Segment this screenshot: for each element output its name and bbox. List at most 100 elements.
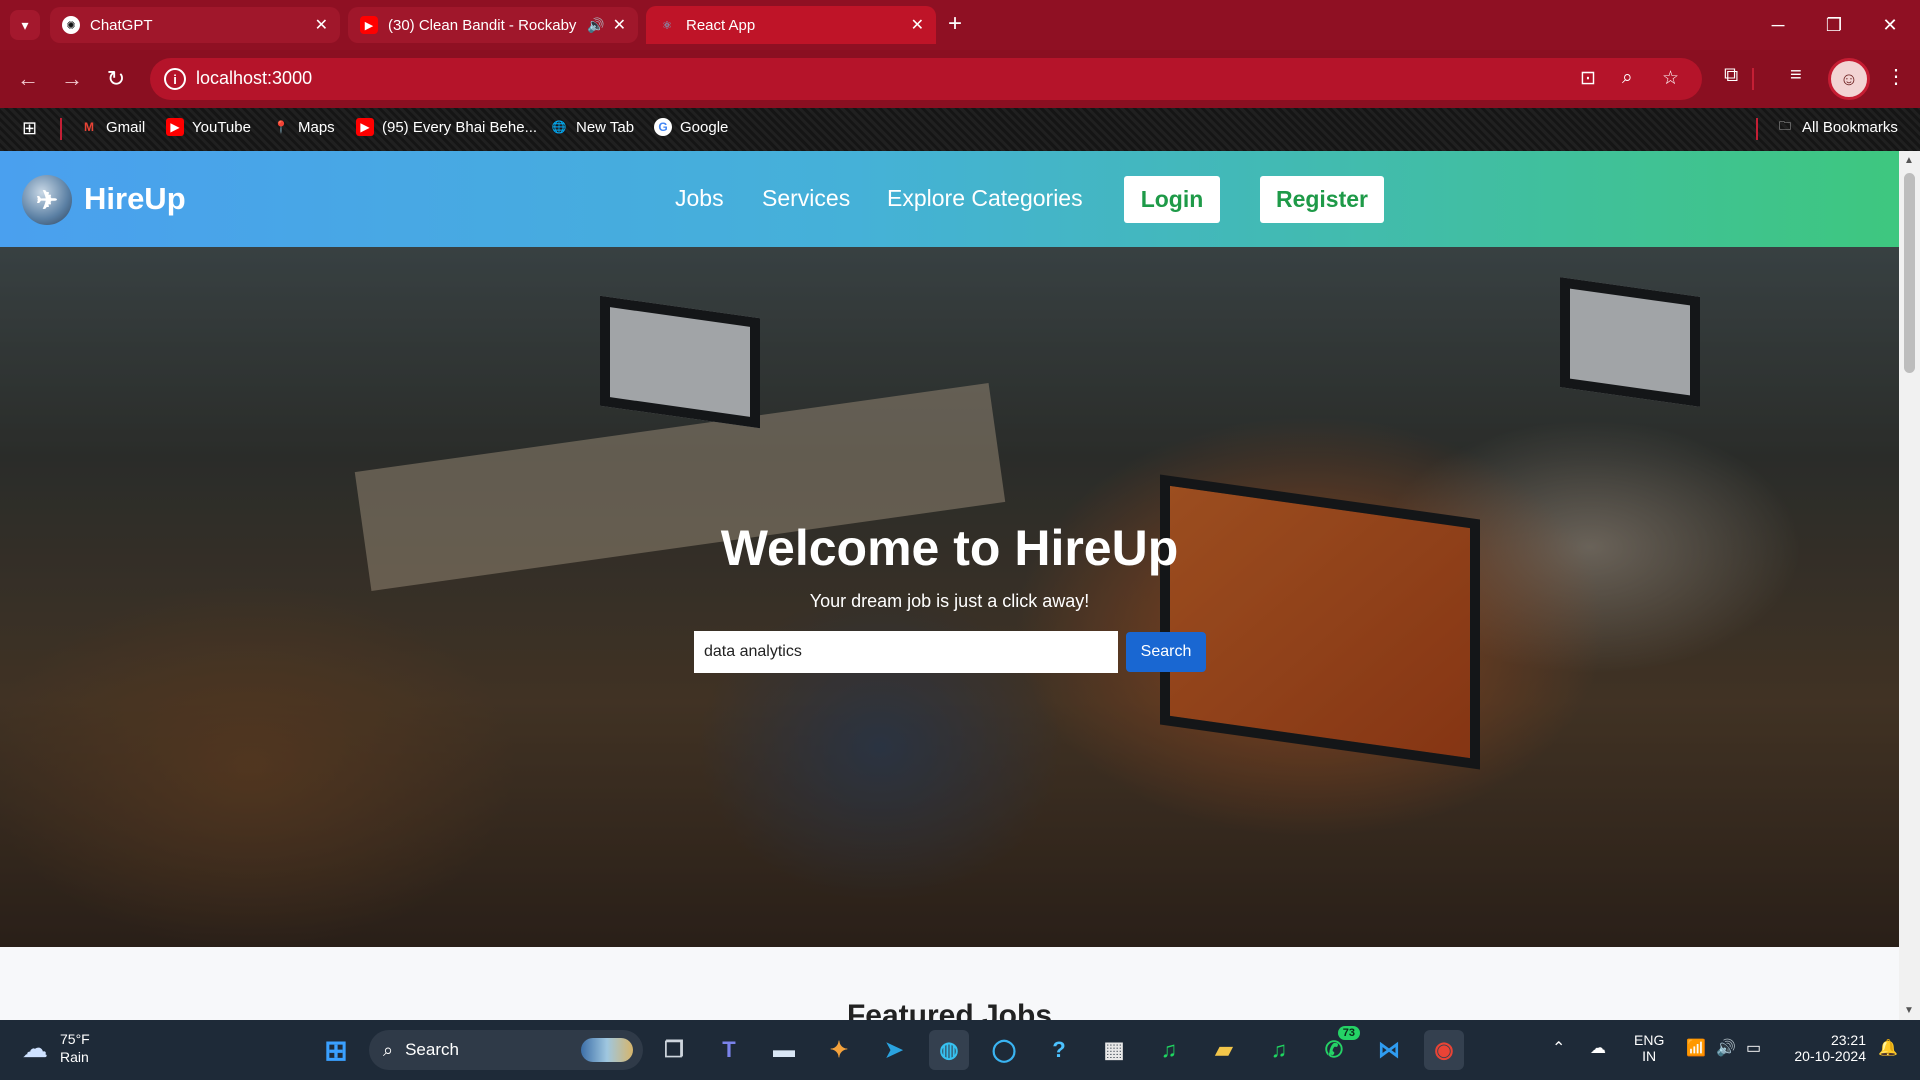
- microsoft-store-icon[interactable]: ▦: [1094, 1030, 1134, 1070]
- reload-button[interactable]: ↻: [100, 63, 132, 95]
- back-button[interactable]: ←: [12, 63, 44, 95]
- extensions-icon[interactable]: ⧉: [1724, 64, 1738, 87]
- file-window-icon[interactable]: ▬: [764, 1030, 804, 1070]
- tab-search-button[interactable]: ▾: [10, 10, 40, 40]
- edge-icon[interactable]: ◍: [929, 1030, 969, 1070]
- tab-chatgpt[interactable]: ✺ ChatGPT ✕: [50, 7, 340, 43]
- login-button[interactable]: Login: [1124, 176, 1220, 223]
- job-search-input[interactable]: [694, 631, 1118, 673]
- clock-time: 23:21: [1830, 1032, 1866, 1048]
- search-highlight-image: [581, 1038, 633, 1062]
- bookmark-google[interactable]: G Google: [654, 118, 728, 136]
- window-close-button[interactable]: ✕: [1862, 0, 1918, 50]
- close-icon[interactable]: ✕: [613, 15, 626, 35]
- scroll-down-icon[interactable]: ▼: [1904, 1005, 1914, 1016]
- chatgpt-icon: ✺: [62, 16, 80, 34]
- youtube-icon: ▶: [360, 16, 378, 34]
- help-icon[interactable]: ?: [1039, 1030, 1079, 1070]
- bookmark-youtube[interactable]: ▶ YouTube: [166, 118, 251, 136]
- hero-title: Welcome to HireUp: [720, 520, 1179, 576]
- nav-services[interactable]: Services: [762, 185, 850, 212]
- arrow-right-icon: →: [61, 66, 83, 91]
- tab-react-app[interactable]: ⚛ React App ✕: [646, 6, 936, 44]
- search-button[interactable]: Search: [1126, 632, 1206, 672]
- page-viewport: ✈ HireUp Jobs Services Explore Categorie…: [0, 151, 1920, 1020]
- bookmarks-divider: [60, 118, 62, 140]
- scrollbar-thumb[interactable]: [1904, 173, 1915, 373]
- all-bookmarks[interactable]: 🗀 All Bookmarks: [1776, 118, 1898, 136]
- chrome-icon[interactable]: ◉: [1424, 1030, 1464, 1070]
- telegram-icon[interactable]: ➤: [874, 1030, 914, 1070]
- hero-subtitle: Your dream job is just a click away!: [809, 591, 1090, 611]
- cortana-icon[interactable]: ◯: [984, 1030, 1024, 1070]
- windows-start-icon[interactable]: ⊞: [316, 1030, 356, 1070]
- forward-button[interactable]: →: [56, 63, 88, 95]
- bookmark-label: Google: [680, 118, 729, 136]
- profile-avatar[interactable]: ☺: [1828, 58, 1870, 100]
- language-indicator[interactable]: ENG IN: [1634, 1032, 1664, 1064]
- minimize-button[interactable]: ─: [1750, 0, 1806, 50]
- featured-jobs-heading: Featured Jobs: [846, 999, 1053, 1020]
- restore-button[interactable]: ❐: [1806, 0, 1862, 50]
- vscode-icon[interactable]: ⋈: [1369, 1030, 1409, 1070]
- region-code: IN: [1642, 1048, 1657, 1064]
- bookmark-star-icon[interactable]: ☆: [1662, 67, 1679, 90]
- folder-icon: 🗀: [1778, 118, 1791, 133]
- tab-youtube[interactable]: ▶ (30) Clean Bandit - Rockaby 🔊 ✕: [348, 7, 638, 43]
- bookmark-label: Maps: [298, 118, 335, 136]
- chevron-up-icon[interactable]: ⌃: [1552, 1038, 1565, 1058]
- taskbar-search[interactable]: ⌕ Search: [369, 1030, 643, 1070]
- spotify-icon[interactable]: ♫: [1259, 1030, 1299, 1070]
- bookmark-maps[interactable]: 📍 Maps: [272, 118, 335, 136]
- close-icon[interactable]: ✕: [911, 15, 924, 35]
- reload-icon: ↻: [106, 66, 126, 91]
- bookmark-youtube-video[interactable]: ▶ (95) Every Bhai Behe...: [356, 118, 537, 136]
- clock[interactable]: 23:21 20-10-2024: [1786, 1032, 1866, 1064]
- youtube-icon: ▶: [166, 118, 184, 136]
- wifi-icon[interactable]: 📶: [1686, 1038, 1706, 1058]
- volume-icon[interactable]: 🔊: [1716, 1038, 1736, 1058]
- bookmark-new-tab[interactable]: 🌐 New Tab: [550, 118, 635, 136]
- whatsapp-icon[interactable]: ✆ 73: [1314, 1026, 1360, 1070]
- avatar-icon: ☺: [1839, 68, 1859, 89]
- windows-taskbar: ☁ 75°F Rain ⊞ ⌕ Search ❐ T ▬ ✦ ➤ ◍ ◯ ? ▦…: [0, 1020, 1920, 1080]
- speaker-icon[interactable]: 🔊: [587, 17, 604, 34]
- teams-icon[interactable]: T: [709, 1030, 749, 1070]
- new-tab-button[interactable]: +: [948, 12, 962, 36]
- install-app-icon[interactable]: ⊡: [1580, 67, 1596, 90]
- scroll-up-icon[interactable]: ▲: [1904, 155, 1914, 166]
- copilot-icon[interactable]: ✦: [819, 1030, 859, 1070]
- language-code: ENG: [1634, 1032, 1665, 1048]
- taskbar-search-label: Search: [405, 1040, 459, 1059]
- spotify-icon[interactable]: ♫: [1149, 1030, 1189, 1070]
- file-explorer-icon[interactable]: ▰: [1204, 1030, 1244, 1070]
- site-info-icon[interactable]: i: [164, 68, 186, 90]
- media-control-icon[interactable]: ≡: [1790, 64, 1802, 87]
- battery-icon[interactable]: ▭: [1746, 1038, 1761, 1058]
- nav-jobs[interactable]: Jobs: [675, 185, 724, 212]
- menu-kebab-icon[interactable]: ⋮: [1886, 64, 1906, 89]
- weather-widget[interactable]: ☁ 75°F Rain: [22, 1030, 90, 1066]
- address-bar[interactable]: i localhost:3000 ⊡ ⌕ ☆: [150, 58, 1702, 100]
- register-button[interactable]: Register: [1260, 176, 1384, 223]
- chevron-down-icon: ▾: [21, 16, 29, 33]
- youtube-icon: ▶: [356, 118, 374, 136]
- notification-bell-icon[interactable]: 🔔: [1878, 1038, 1898, 1058]
- apps-grid-icon[interactable]: ⊞: [22, 118, 37, 139]
- close-icon[interactable]: ✕: [315, 15, 328, 35]
- tab-title: React App: [686, 16, 756, 34]
- onedrive-off-icon[interactable]: ☁: [1590, 1038, 1606, 1058]
- page-scrollbar[interactable]: ▲ ▼: [1899, 151, 1920, 1020]
- hireup-logo-icon[interactable]: ✈: [22, 175, 72, 225]
- arrow-left-icon: ←: [17, 66, 39, 91]
- bookmarks-bar: ⊞ M Gmail ▶ YouTube 📍 Maps ▶ (95) Every …: [0, 108, 1920, 151]
- zoom-icon[interactable]: ⌕: [1622, 67, 1633, 89]
- weather-condition: Rain: [60, 1049, 89, 1065]
- url-text[interactable]: localhost:3000: [196, 68, 312, 89]
- brand-name[interactable]: HireUp: [84, 181, 186, 217]
- bookmark-label: YouTube: [192, 118, 251, 136]
- task-view-icon[interactable]: ❐: [654, 1030, 694, 1070]
- nav-explore-categories[interactable]: Explore Categories: [887, 185, 1083, 212]
- toolbar-divider: [1752, 68, 1754, 90]
- bookmark-gmail[interactable]: M Gmail: [80, 118, 145, 136]
